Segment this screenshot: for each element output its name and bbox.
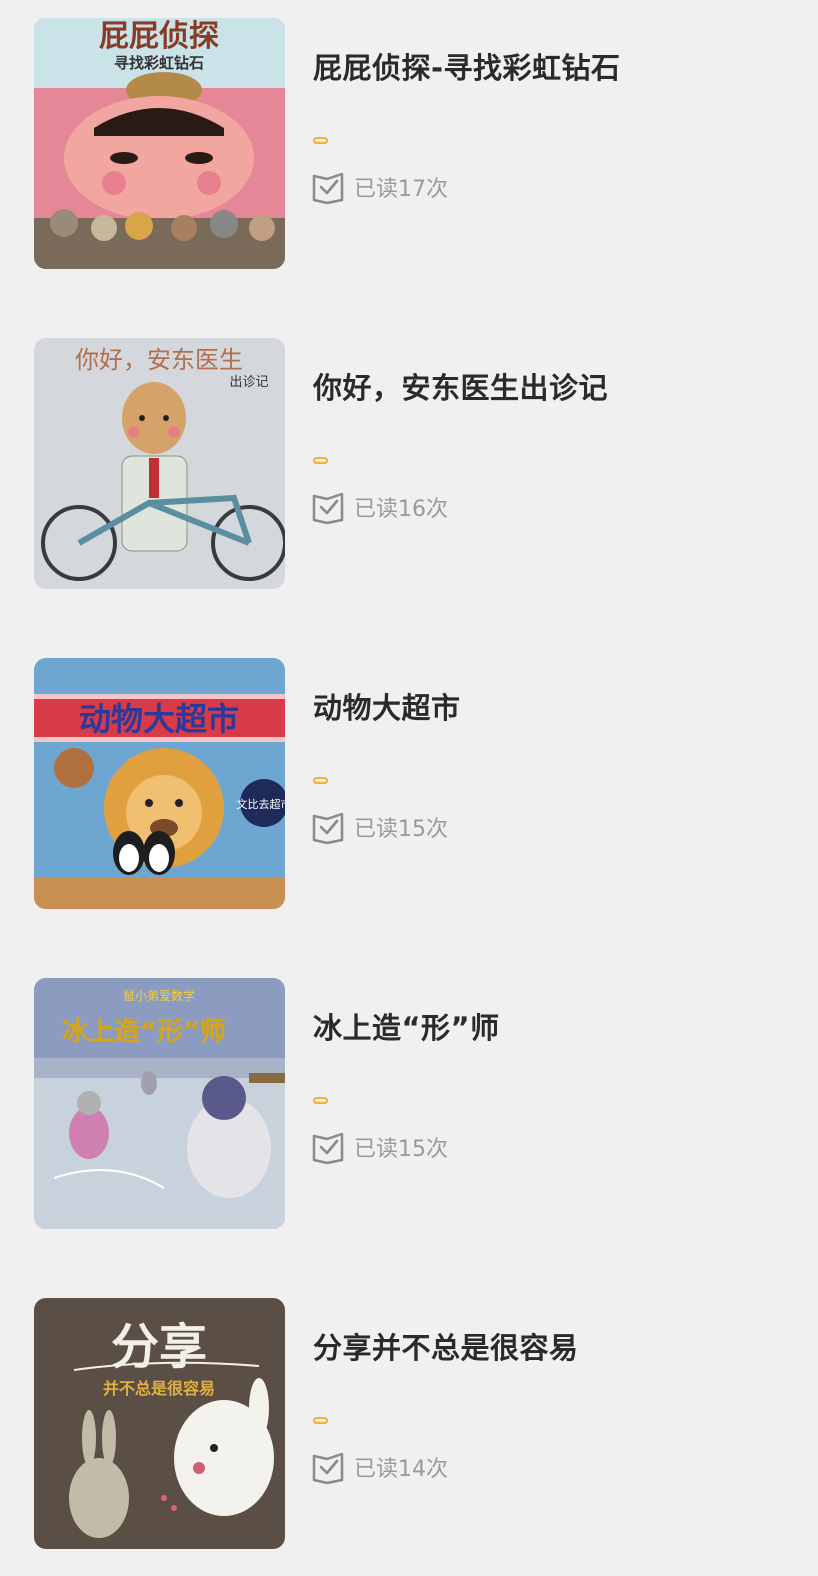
- read-count: 已读17次: [354, 177, 448, 202]
- cover-heading: 动物大超市: [79, 700, 239, 738]
- read-count-row: 已读17次: [311, 170, 448, 204]
- read-count: 已读15次: [354, 1137, 448, 1162]
- book-title[interactable]: 动物大超市: [313, 685, 461, 727]
- cover-heading: 冰上造“形”师: [62, 1017, 226, 1047]
- read-count-row: 已读14次: [311, 1450, 448, 1484]
- book-title[interactable]: 分享并不总是很容易: [313, 1325, 579, 1367]
- book-cover[interactable]: 你好，安东医生 出诊记: [34, 338, 285, 589]
- checkbox-book-icon: [312, 1452, 344, 1484]
- book-cover[interactable]: 鼠小弟爱数学 冰上造“形”师: [34, 978, 285, 1229]
- read-count: 已读16次: [354, 497, 448, 522]
- book-title[interactable]: 屁屁侦探-寻找彩虹钻石: [313, 45, 621, 87]
- read-count-row: 已读16次: [311, 490, 448, 524]
- cover-subheading: 寻找彩虹钻石: [114, 54, 204, 72]
- read-count-row: 已读15次: [311, 810, 448, 844]
- checkbox-book-icon: [312, 812, 344, 844]
- rating-dash: [313, 457, 328, 464]
- book-cover[interactable]: 屁屁侦探 寻找彩虹钻石: [34, 18, 285, 269]
- read-count: 已读15次: [354, 817, 448, 842]
- cover-subheading: 鼠小弟爱数学: [123, 988, 195, 1003]
- list-item[interactable]: 分享 并不总是很容易 分享并不总是很容易 已读14次: [0, 1298, 818, 1550]
- rating-dash: [313, 777, 328, 784]
- list-item[interactable]: 屁屁侦探 寻找彩虹钻石 屁屁侦探-寻找彩虹钻石 已读17次: [0, 18, 818, 270]
- cover-heading: 你好，安东医生: [75, 346, 243, 374]
- cover-subheading: 出诊记: [229, 375, 268, 390]
- book-cover[interactable]: 分享 并不总是很容易: [34, 1298, 285, 1549]
- checkbox-book-icon: [312, 1132, 344, 1164]
- rating-dash: [313, 1097, 328, 1104]
- cover-subheading: 并不总是很容易: [103, 1379, 215, 1398]
- book-cover-image: 动物大超市 文比去超市: [34, 658, 285, 909]
- book-cover[interactable]: 动物大超市 文比去超市: [34, 658, 285, 909]
- book-cover-image: 屁屁侦探 寻找彩虹钻石: [34, 18, 285, 269]
- book-cover-image: 分享 并不总是很容易: [34, 1298, 285, 1549]
- book-cover-image: 鼠小弟爱数学 冰上造“形”师: [34, 978, 285, 1229]
- book-title[interactable]: 你好，安东医生出诊记: [313, 365, 608, 407]
- cover-subheading: 文比去超市: [237, 797, 286, 811]
- list-item[interactable]: 你好，安东医生 出诊记 你好，安东医生出诊记 已读16次: [0, 338, 818, 590]
- book-list: 屁屁侦探 寻找彩虹钻石 屁屁侦探-寻找彩虹钻石 已读17次 你好，安东医生 出诊…: [0, 0, 818, 1576]
- read-count-row: 已读15次: [311, 1130, 448, 1164]
- cover-heading: 分享: [111, 1319, 207, 1375]
- book-cover-image: 你好，安东医生 出诊记: [34, 338, 285, 589]
- list-item[interactable]: 鼠小弟爱数学 冰上造“形”师 冰上造“形”师 已读15次: [0, 978, 818, 1230]
- list-item[interactable]: 动物大超市 文比去超市 动物大超市 已读: [0, 658, 818, 910]
- rating-dash: [313, 1417, 328, 1424]
- rating-dash: [313, 137, 328, 144]
- cover-heading: 屁屁侦探: [99, 19, 219, 54]
- read-count: 已读14次: [354, 1457, 448, 1482]
- checkbox-book-icon: [312, 172, 344, 204]
- book-title[interactable]: 冰上造“形”师: [313, 1005, 500, 1047]
- checkbox-book-icon: [312, 492, 344, 524]
